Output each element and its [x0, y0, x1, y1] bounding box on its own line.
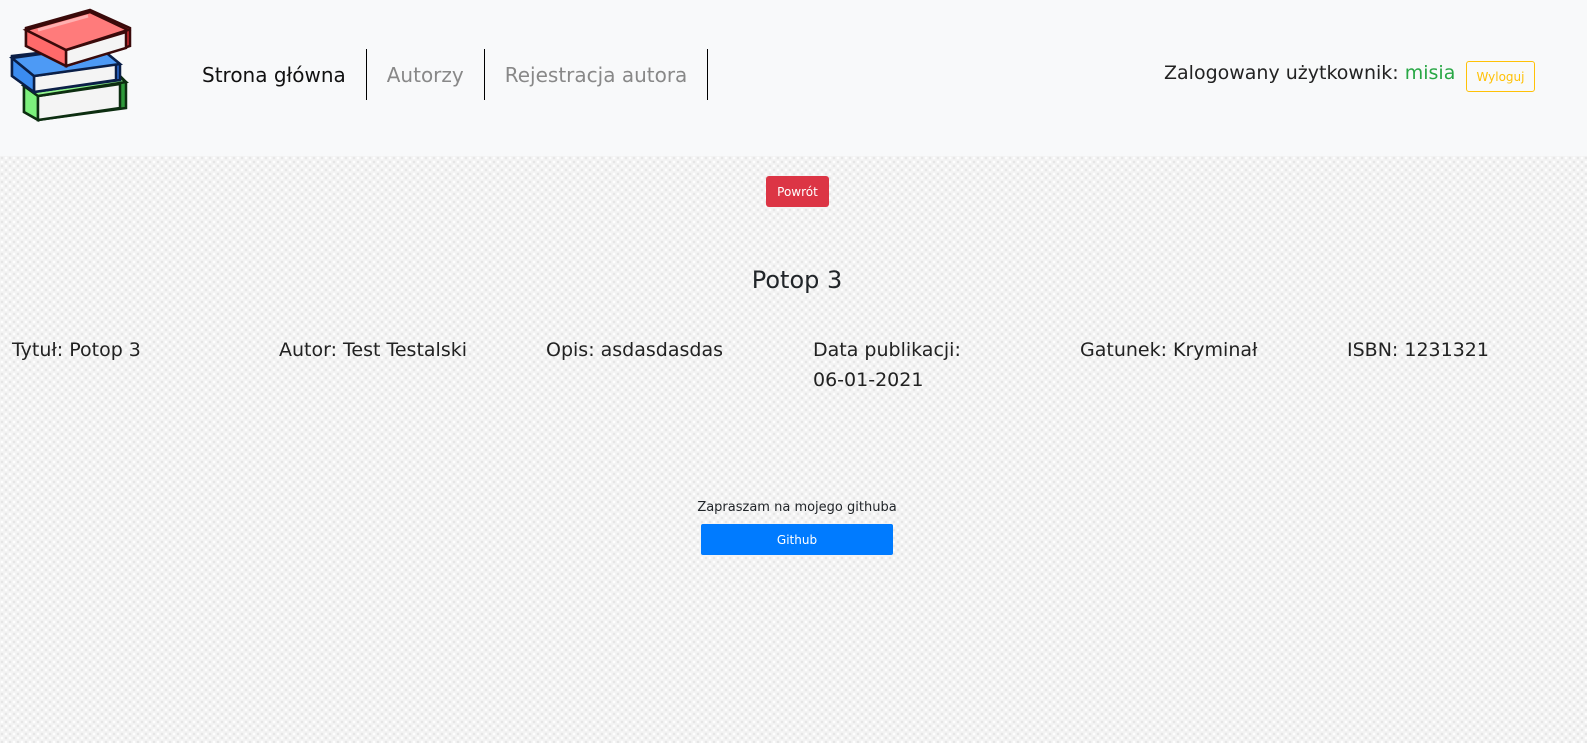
- detail-description: Opis: asdasdasdas: [546, 339, 723, 361]
- detail-publication-date: Data publikacji: 06-01-2021: [813, 335, 1080, 395]
- nav-link-author-registration[interactable]: Rejestracja autora: [485, 49, 709, 100]
- github-button[interactable]: Github: [701, 524, 893, 555]
- logged-in-user: Zalogowany użytkownik: misia: [1164, 62, 1455, 84]
- back-button[interactable]: Powrót: [766, 176, 829, 207]
- username: misia: [1404, 62, 1456, 84]
- nav-link-authors[interactable]: Autorzy: [367, 49, 485, 100]
- logout-button[interactable]: Wyloguj: [1466, 61, 1535, 92]
- detail-genre: Gatunek: Kryminał: [1080, 339, 1258, 361]
- detail-title: Tytuł: Potop 3: [12, 339, 141, 361]
- nav-link-home[interactable]: Strona główna: [183, 49, 367, 100]
- main-nav: Strona główna Autorzy Rejestracja autora: [183, 49, 709, 100]
- footer-text: Zapraszam na mojego githuba: [697, 500, 897, 515]
- publication-date-value: 06-01-2021: [813, 369, 924, 391]
- book-details: Tytuł: Potop 3 Autor: Test Testalski Opi…: [12, 335, 1587, 395]
- navbar: Strona główna Autorzy Rejestracja autora…: [0, 0, 1587, 156]
- publication-date-label: Data publikacji:: [813, 339, 961, 361]
- detail-author: Autor: Test Testalski: [279, 339, 468, 361]
- logged-in-user-label: Zalogowany użytkownik:: [1164, 62, 1405, 84]
- book-title: Potop 3: [751, 266, 843, 294]
- detail-isbn: ISBN: 1231321: [1347, 339, 1489, 361]
- books-stack-icon[interactable]: [8, 6, 136, 124]
